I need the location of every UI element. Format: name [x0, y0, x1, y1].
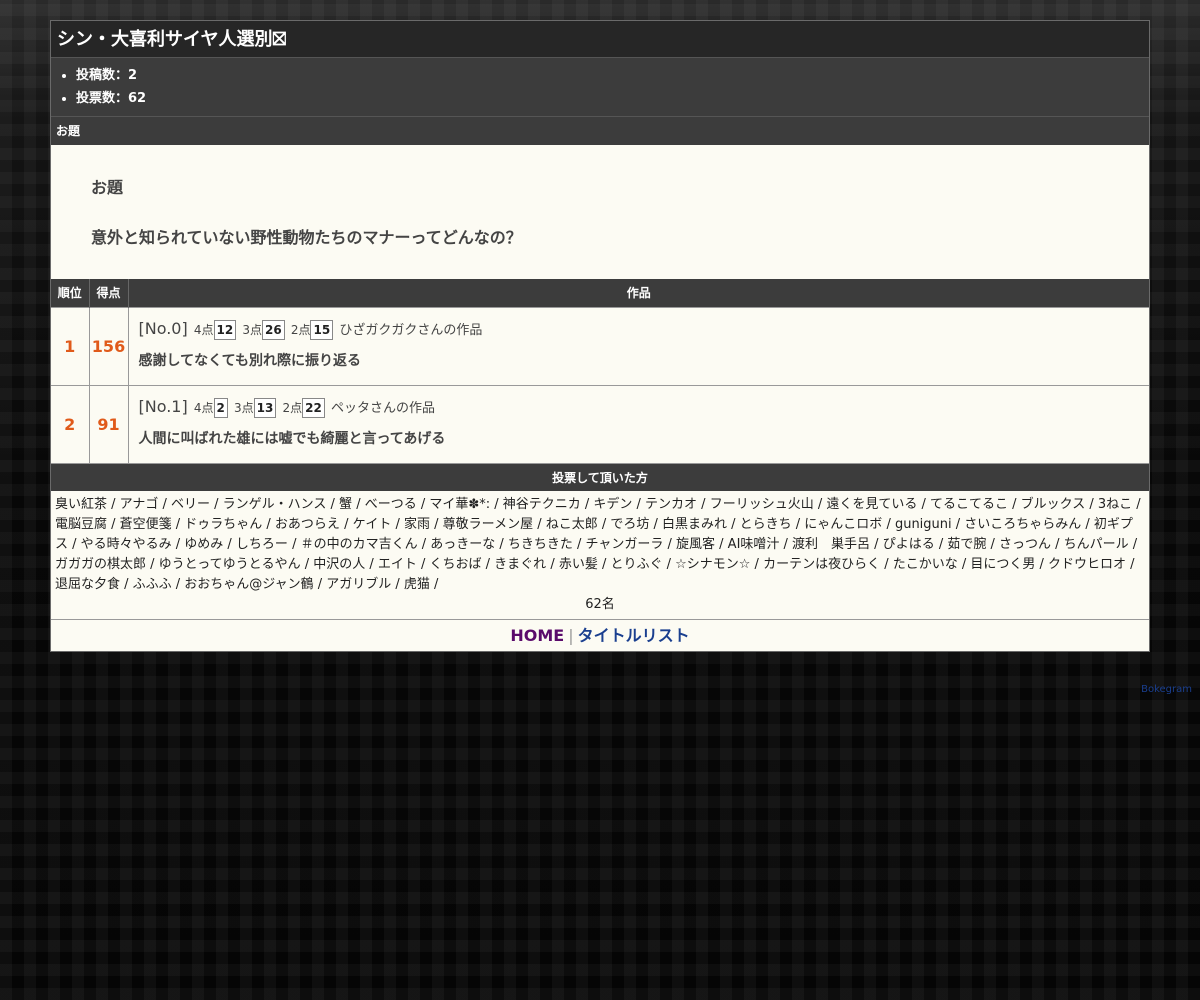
footer-nav: HOME | タイトルリスト — [51, 619, 1149, 651]
work-cell: [No.0] 4点 12 3点 26 2点 15 ひざガクガクさんの作品 感謝してなく… — [128, 306, 1149, 385]
points-2-label: 2点 — [290, 323, 311, 337]
work-meta: [No.1] 4点 2 3点 13 2点 22 ペッタさんの作品 — [139, 394, 1140, 420]
table-row: 2 91 [No.1] 4点 2 3点 13 2点 22 ペッタさんの作品 人間に叫ば… — [51, 384, 1149, 463]
home-link[interactable]: HOME — [510, 626, 564, 645]
nav-separator: | — [568, 626, 574, 645]
points-2-count: 15 — [310, 320, 334, 340]
voters-box: 臭い紅茶 / アナゴ / ベリー / ランゲル・ハンス / 蟹 / べーつる /… — [51, 491, 1149, 619]
odai-section-header: お題 — [51, 117, 1149, 145]
points-4-label: 4点 — [193, 401, 214, 416]
stats-box: 投稿数：2 投票数：62 — [51, 58, 1149, 117]
stat-post-count: 投稿数：2 — [76, 64, 1149, 87]
work-author: ひざガクガクさんの作品 — [339, 323, 483, 338]
voters-header: 投票して頂いた方 — [51, 463, 1149, 491]
page-title: シン・大喜利サイヤ人選別⛝ — [51, 21, 1149, 58]
score-cell: 91 — [89, 384, 129, 463]
table-row: 1 156 [No.0] 4点 12 3点 26 2点 15 ひざガクガクさんの作品 … — [51, 306, 1149, 385]
ranking-header-row: 順位 得点 作品 — [51, 279, 1149, 307]
work-cell: [No.1] 4点 2 3点 13 2点 22 ペッタさんの作品 人間に叫ばれた雄には… — [128, 384, 1149, 463]
header-work: 作品 — [128, 279, 1149, 307]
header-score: 得点 — [89, 279, 129, 307]
points-4-label: 4点 — [193, 323, 214, 337]
odai-text: 意外と知られていない野性動物たちのマナーってどんなの？ — [91, 228, 522, 247]
voters-count: 62名 — [585, 597, 615, 612]
points-3-count: 13 — [253, 398, 277, 419]
points-3-label: 3点 — [242, 323, 262, 337]
work-meta: [No.0] 4点 12 3点 26 2点 15 ひざガクガクさんの作品 — [139, 316, 1140, 342]
score-cell: 156 — [89, 306, 129, 385]
points-2-count: 22 — [302, 398, 325, 419]
points-4-count: 12 — [213, 320, 237, 340]
points-3-count: 26 — [262, 320, 285, 340]
odai-label: お題 — [91, 178, 124, 197]
rank-cell: 2 — [51, 384, 90, 463]
ranking-table: 順位 得点 作品 1 156 [No.0] 4点 12 3点 26 2点 15 ひざガ… — [51, 279, 1149, 463]
title-list-link[interactable]: タイトルリスト — [578, 626, 690, 645]
work-title: 人間に叫ばれた雄には嘘でも綺麗と言ってあげる — [138, 431, 446, 448]
points-3-label: 3点 — [234, 401, 254, 416]
points-4-count: 2 — [213, 398, 228, 419]
points-2-label: 2点 — [282, 401, 303, 416]
odai-box: お題 意外と知られていない野性動物たちのマナーってどんなの？ — [51, 145, 1149, 279]
header-rank: 順位 — [51, 279, 90, 307]
work-number: [No.0] — [138, 319, 188, 338]
work-number: [No.1] — [138, 397, 188, 417]
work-title: 感謝してなくても別れ際に振り返る — [138, 353, 361, 369]
stat-vote-count: 投票数：62 — [76, 87, 1149, 110]
voters-list: 臭い紅茶 / アナゴ / ベリー / ランゲル・ハンス / 蟹 / べーつる /… — [55, 497, 1141, 592]
work-author: ペッタさんの作品 — [330, 401, 435, 417]
stats-list: 投稿数：2 投票数：62 — [51, 64, 1149, 110]
main-panel: シン・大喜利サイヤ人選別⛝ 投稿数：2 投票数：62 お題 お題 意外と知られて… — [50, 20, 1150, 652]
rank-cell: 1 — [51, 306, 90, 385]
credit-link[interactable]: Bokegram — [1141, 684, 1192, 695]
